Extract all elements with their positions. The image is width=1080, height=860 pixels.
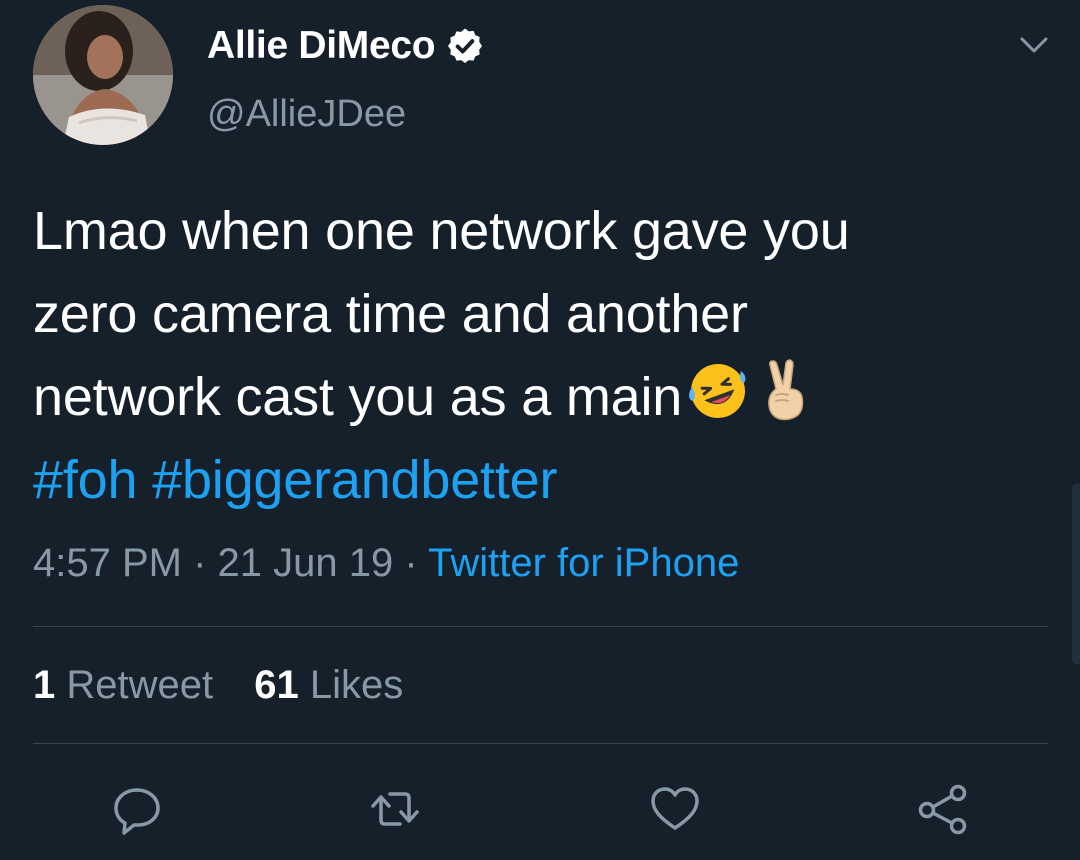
meta-separator: · bbox=[193, 541, 207, 585]
tweet-metadata: 4:57 PM · 21 Jun 19 · Twitter for iPhone bbox=[33, 541, 739, 586]
hashtag-link[interactable]: #biggerandbetter bbox=[152, 450, 557, 510]
retweet-stat[interactable]: 1 Retweet bbox=[33, 663, 213, 707]
display-name[interactable]: Allie DiMeco bbox=[207, 24, 436, 68]
tweet-time: 4:57 PM bbox=[33, 541, 182, 585]
tweet-text: Lmao when one network gave you zero came… bbox=[33, 190, 1053, 522]
like-count: 61 bbox=[254, 663, 299, 707]
like-icon[interactable] bbox=[648, 782, 702, 836]
avatar[interactable] bbox=[33, 5, 173, 145]
hashtag-link[interactable]: #foh bbox=[33, 450, 138, 510]
author-handle[interactable]: @AllieJDee bbox=[207, 93, 406, 136]
share-icon[interactable] bbox=[916, 782, 970, 836]
tweet-text-line-with-emoji: network cast you as a main bbox=[33, 356, 1053, 439]
author-row: Allie DiMeco bbox=[207, 22, 485, 70]
victory-hand-icon bbox=[768, 359, 804, 421]
retweet-count: 1 bbox=[33, 663, 56, 707]
verified-badge-icon bbox=[448, 28, 483, 63]
tweet-date: 21 Jun 19 bbox=[217, 541, 394, 585]
meta-separator: · bbox=[404, 541, 418, 585]
tweet-text-line: Lmao when one network gave you bbox=[33, 201, 850, 261]
rolling-on-floor-laughing-icon bbox=[689, 364, 746, 418]
tweet-text-line: network cast you as a main bbox=[33, 367, 683, 427]
engagement-stats: 1 Retweet 61 Likes bbox=[33, 663, 433, 708]
like-label: Likes bbox=[309, 663, 404, 707]
retweet-label: Retweet bbox=[66, 663, 214, 707]
avatar-photo bbox=[33, 5, 173, 145]
chevron-down-icon[interactable] bbox=[1016, 30, 1052, 60]
like-stat[interactable]: 61 Likes bbox=[254, 663, 403, 707]
hashtag-line: #foh #biggerandbetter bbox=[33, 439, 1053, 522]
tweet-detail: Allie DiMeco @AllieJDee Lmao when one ne… bbox=[0, 0, 1080, 860]
tweet-text-line: zero camera time and another bbox=[33, 284, 748, 344]
tweet-source-link[interactable]: Twitter for iPhone bbox=[428, 541, 739, 585]
reply-icon[interactable] bbox=[110, 782, 164, 836]
divider bbox=[33, 626, 1048, 627]
divider bbox=[33, 743, 1048, 744]
retweet-icon[interactable] bbox=[368, 782, 422, 836]
scrollbar[interactable] bbox=[1072, 484, 1080, 664]
